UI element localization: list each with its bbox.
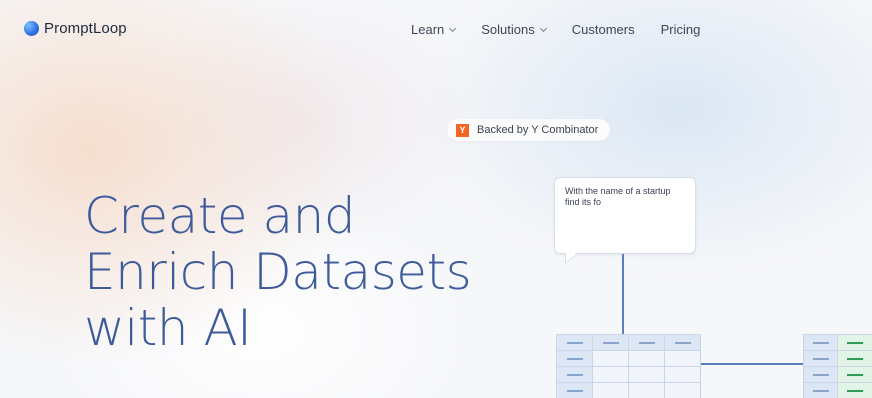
prompt-text: With the name of a startup find its fo (565, 186, 671, 207)
table-cell (629, 383, 665, 398)
prompt-bubble: With the name of a startup find its fo (554, 177, 696, 254)
chevron-down-icon (449, 24, 457, 32)
table-cell (629, 367, 665, 383)
table-cell (838, 367, 872, 383)
hero-headline: Create and Enrich Datasets with AI (84, 187, 472, 357)
table-cell (665, 383, 701, 398)
chevron-down-icon (539, 24, 547, 32)
nav-item-learn[interactable]: Learn (411, 22, 457, 37)
table-cell (838, 383, 872, 398)
table-cell (804, 383, 838, 398)
nav-item-solutions[interactable]: Solutions (481, 22, 547, 37)
nav-item-label: Customers (571, 22, 635, 37)
top-navigation: PromptLoop Learn Solutions Customers Pri… (0, 0, 872, 58)
connector-line-horizontal (700, 363, 804, 365)
table-cell (629, 335, 665, 351)
nav-links: Learn Solutions Customers Pricing (411, 22, 700, 37)
table-cell (557, 383, 593, 398)
table-cell (665, 335, 701, 351)
logo-icon (24, 21, 39, 36)
brand-logo[interactable]: PromptLoop (24, 20, 127, 37)
nav-item-label: Learn (411, 22, 445, 37)
table-cell (593, 367, 629, 383)
table-cell (804, 351, 838, 367)
badge-label: Backed by Y Combinator (477, 124, 599, 136)
table-cell (593, 335, 629, 351)
table-cell (593, 383, 629, 398)
nav-item-customers[interactable]: Customers (572, 22, 635, 37)
hero-line-2: Enrich Datasets (84, 243, 472, 301)
nav-item-pricing[interactable]: Pricing (661, 22, 701, 37)
table-cell (593, 351, 629, 367)
table-cell (557, 367, 593, 383)
table-cell (804, 335, 838, 351)
connector-line-vertical (622, 254, 624, 334)
table-cell (557, 351, 593, 367)
table-cell (665, 351, 701, 367)
nav-item-label: Pricing (660, 22, 701, 37)
output-table (803, 334, 872, 398)
table-cell (804, 367, 838, 383)
brand-name: PromptLoop (44, 20, 127, 37)
table-cell (665, 367, 701, 383)
table-cell (629, 351, 665, 367)
hero-line-3: with AI (84, 299, 252, 357)
table-cell (557, 335, 593, 351)
table-cell (838, 335, 872, 351)
hero-line-1: Create and (84, 187, 356, 245)
nav-item-label: Solutions (481, 22, 535, 37)
input-table (556, 334, 701, 398)
table-cell (838, 351, 872, 367)
yc-badge[interactable]: Y Backed by Y Combinator (447, 119, 611, 141)
y-combinator-icon: Y (456, 123, 469, 137)
